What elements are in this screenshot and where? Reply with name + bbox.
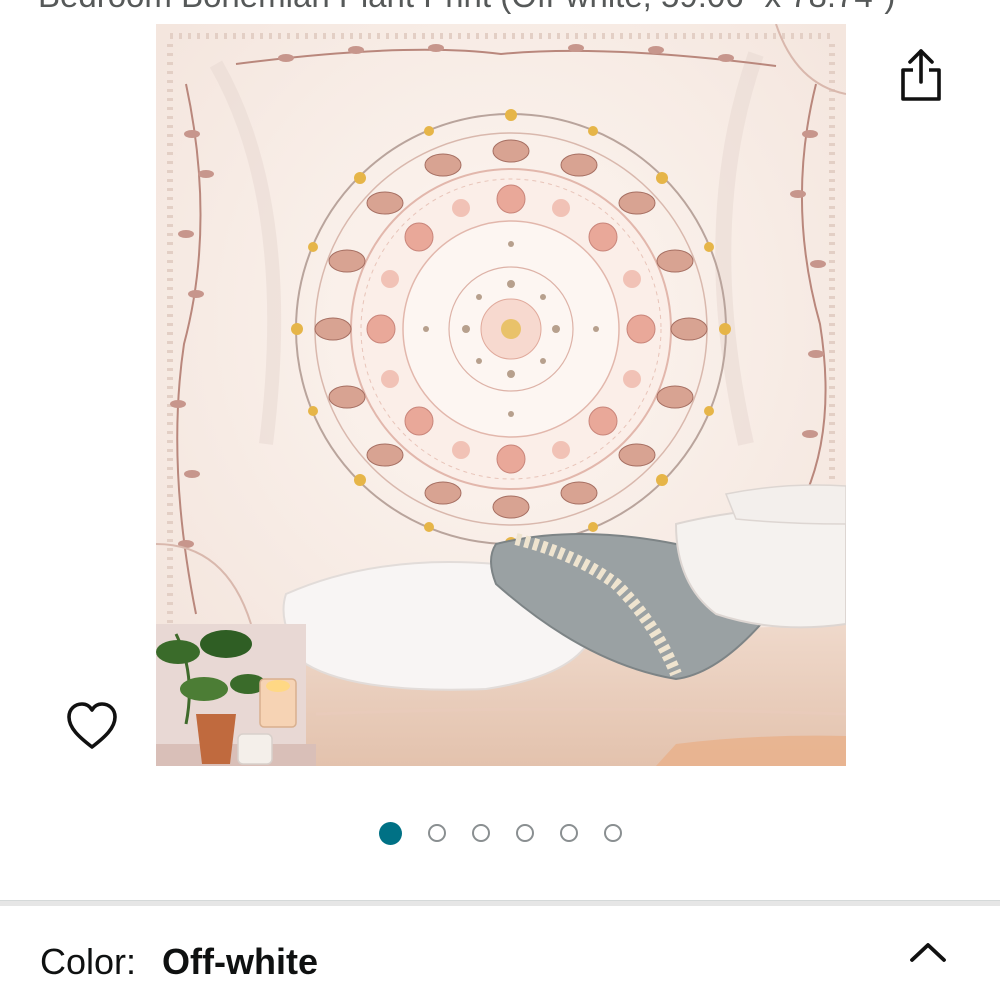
share-button[interactable]: [890, 44, 952, 106]
tapestry-photo: [156, 24, 846, 766]
product-title: Bedroom Bohemian Plant Print (Off-white,…: [38, 0, 978, 14]
collapse-color-section-button[interactable]: [902, 926, 954, 978]
chevron-up-icon: [910, 943, 946, 962]
color-label: Color:: [40, 941, 137, 982]
selected-color-value: Off-white: [162, 941, 319, 982]
carousel-dot[interactable]: [559, 824, 578, 842]
carousel-dot[interactable]: [471, 824, 490, 842]
image-carousel-indicator: [0, 818, 1000, 848]
color-variation-selector[interactable]: Color: Off-white: [40, 936, 980, 988]
carousel-dot[interactable]: [427, 824, 446, 842]
product-image[interactable]: [156, 24, 846, 766]
heart-outline-icon: [67, 702, 117, 749]
section-divider: [0, 900, 1000, 906]
carousel-dot[interactable]: [603, 824, 622, 842]
carousel-dot[interactable]: [515, 824, 534, 842]
add-to-wishlist-button[interactable]: [60, 694, 124, 758]
share-icon: [901, 49, 941, 101]
carousel-dot[interactable]: [378, 821, 402, 845]
